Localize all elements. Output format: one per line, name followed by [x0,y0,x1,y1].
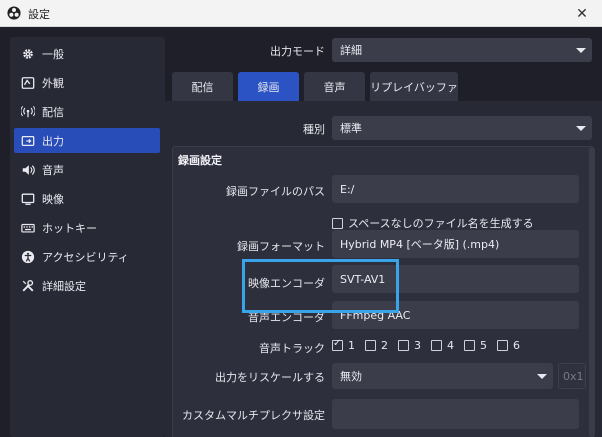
settings-main-panel: 出力モード 詳細 配信 録画 音声 リプレイバッファ 種別 標準 録画設定 録画… [165,27,602,437]
keyboard-icon [20,220,36,236]
type-label: 種別 [303,123,325,136]
recording-type-select[interactable]: 標準 [332,116,592,140]
sidebar-item-label: 映像 [42,192,64,206]
speaker-icon [20,162,36,178]
accessibility-icon [20,249,36,265]
output-mode-select[interactable]: 詳細 [332,38,592,62]
sidebar-item-stream[interactable]: 配信 [14,99,160,124]
chevron-down-icon [570,38,592,62]
sidebar-item-label: 詳細設定 [42,279,86,293]
sidebar-item-label: ホットキー [42,221,97,235]
tab-replay-buffer[interactable]: リプレイバッファ [370,72,458,101]
track-2-checkbox[interactable] [365,340,376,351]
sidebar-item-label: アクセシビリティ [42,250,129,264]
gear-icon [20,46,36,62]
sidebar-item-appearance[interactable]: 外観 [14,70,160,95]
sidebar-item-audio[interactable]: 音声 [14,157,160,182]
monitor-icon [20,191,36,207]
track-4-checkbox[interactable] [431,340,442,351]
tools-icon [20,278,36,294]
output-mode-value: 詳細 [340,44,362,57]
chevron-down-icon [531,363,553,389]
tab-recording[interactable]: 録画 [238,72,299,101]
title-bar: 設定 ✕ [0,0,602,27]
recording-path-label: 録画ファイルのパス [226,185,325,198]
track-3-checkbox[interactable] [398,340,409,351]
vertical-scrollbar[interactable] [589,147,595,437]
window-title: 設定 [28,8,50,21]
obs-logo-icon [7,6,21,20]
nospace-checkbox[interactable] [332,217,343,229]
recording-format-label: 録画フォーマット [237,240,325,253]
sidebar-item-hotkeys[interactable]: ホットキー [14,215,160,240]
track-5-checkbox[interactable] [464,340,475,351]
recording-type-value: 標準 [340,122,362,135]
output-mode-label: 出力モード [270,45,325,58]
custom-muxer-input[interactable] [332,399,579,429]
video-encoder-highlight [242,259,399,313]
sidebar-item-label: 音声 [42,163,64,177]
tab-audio[interactable]: 音声 [304,72,365,101]
recording-format-select[interactable]: Hybrid MP4 [ベータ版] (.mp4) [332,230,579,258]
recording-path-input[interactable]: E:/ [332,175,579,203]
close-icon: ✕ [576,5,588,22]
nospace-label: スペースなしのファイル名を生成する [348,217,534,230]
sidebar-item-label: 配信 [42,105,64,119]
group-title: 録画設定 [178,154,222,167]
sidebar-item-label: 出力 [42,134,64,148]
rescale-select[interactable]: 無効 [332,363,553,389]
audio-track-label: 音声トラック [259,342,325,355]
track-1-checkbox[interactable] [332,338,343,351]
custom-muxer-label: カスタムマルチプレクサ設定 [182,409,325,422]
tab-stream[interactable]: 配信 [172,72,233,101]
close-button[interactable]: ✕ [562,0,602,27]
sidebar-item-label: 一般 [42,47,64,61]
output-icon [20,133,36,149]
palette-icon [20,75,36,91]
sidebar-item-general[interactable]: 一般 [14,41,160,66]
sidebar-item-accessibility[interactable]: アクセシビリティ [14,244,160,269]
sidebar-item-video[interactable]: 映像 [14,186,160,211]
broadcast-icon [20,104,36,120]
audio-track-checkboxes: 1 2 3 4 5 6 [332,338,520,352]
rescale-label: 出力をリスケールする [215,371,325,384]
nospace-filename-option[interactable]: スペースなしのファイル名を生成する [332,215,534,231]
sidebar-item-output[interactable]: 出力 [14,128,160,153]
chevron-down-icon [570,116,592,140]
settings-sidebar: 一般 外観 配信 出力 音声 映像 ホットキー アクセシビリティ 詳細設定 [10,37,165,437]
rescale-resolution-input[interactable]: 0x1 [558,363,586,389]
track-6-checkbox[interactable] [497,340,508,351]
sidebar-item-label: 外観 [42,76,64,90]
sidebar-item-advanced[interactable]: 詳細設定 [14,273,160,298]
